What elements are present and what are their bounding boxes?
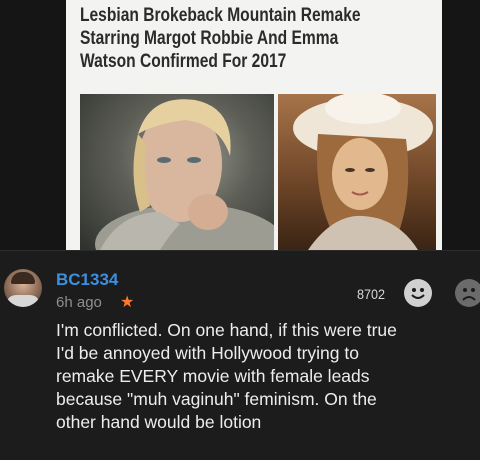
avatar-hair — [11, 272, 35, 284]
comment-line-5: other hand would be lotion — [56, 412, 262, 432]
comment-username[interactable]: BC1334 — [56, 270, 118, 290]
headline-line-1: Lesbian Brokeback Mountain Remake — [80, 5, 361, 26]
photo-right-illustration — [293, 94, 433, 250]
article-photo-right — [278, 94, 436, 250]
comment-line-4: because "muh vaginuh" feminism. On the — [56, 389, 377, 409]
smile-face-icon — [405, 280, 431, 306]
upvote-smile-icon[interactable] — [404, 279, 432, 307]
comment-score: 8702 — [357, 286, 386, 302]
comment-line-2: I'd be annoyed with Hollywood trying to — [56, 343, 359, 363]
comment-line-3: remake EVERY movie with female leads — [56, 366, 370, 386]
star-icon: ★ — [120, 294, 135, 311]
headline-line-2: Starring Margot Robbie And Emma — [80, 28, 339, 49]
headline-line-3: Watson Confirmed For 2017 — [80, 51, 287, 72]
photo-left-illustration — [95, 99, 274, 250]
comment-line-1: I'm conflicted. On one hand, if this wer… — [56, 320, 397, 340]
comment-time: 6h ago — [56, 294, 102, 311]
article-photo-left — [80, 94, 274, 250]
comment-body: I'm conflicted. On one hand, if this wer… — [56, 319, 480, 434]
avatar[interactable] — [4, 269, 42, 307]
downvote-sad-icon[interactable] — [455, 279, 480, 307]
article-screenshot: Lesbian Brokeback Mountain Remake Starri… — [0, 0, 480, 250]
article-headline: Lesbian Brokeback Mountain Remake Starri… — [80, 4, 367, 73]
sad-face-icon — [456, 280, 480, 306]
avatar-shirt — [6, 295, 40, 307]
